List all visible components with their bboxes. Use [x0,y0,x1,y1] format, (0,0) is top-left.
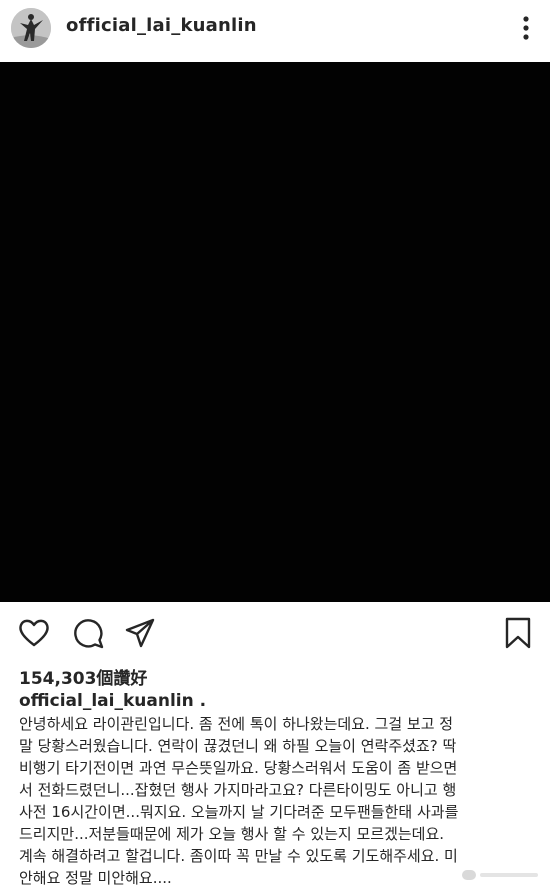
post-image[interactable] [0,62,550,602]
share-icon[interactable] [123,616,157,650]
comment-icon[interactable] [71,616,105,650]
post-header: official_lai_kuanlin [0,0,550,56]
caption-line: 말 당황스러웠습니다. 연락이 끊겼던니 왜 하필 오늘이 연락주셨죠? 딱 [19,737,457,755]
caption-line: 비행기 타기전이면 과연 무슨뜻일까요. 당황스러워서 도움이 좀 받으면 [19,759,458,777]
heart-icon[interactable] [17,616,51,650]
action-bar [0,604,550,662]
caption-line: 계속 해결하려고 할겁니다. 좀이따 꼭 만날 수 있도록 기도해주세요. 미 [19,847,458,865]
watermark [462,867,542,883]
caption-text: 안녕하세요 라이관린입니다. 좀 전에 톡이 하나왔는데요. 그걸 보고 정 말… [19,713,534,889]
avatar[interactable] [11,8,51,48]
more-options-icon[interactable] [516,14,536,42]
caption-line: 안녕하세요 라이관린입니다. 좀 전에 톡이 하나왔는데요. 그걸 보고 정 [19,715,454,733]
caption-username[interactable]: official_lai_kuanlin . [19,691,206,711]
post-username[interactable]: official_lai_kuanlin [66,15,257,36]
caption-line: 드리지만...저분들때문에 제가 오늘 행사 할 수 있는지 모르겠는데요. [19,825,445,843]
caption-line: 서 전화드렸던니...잡혔던 행사 가지마라고요? 다른타이밍도 아니고 행 [19,781,457,799]
caption-line: 안해요 정말 미안해요.... [19,869,172,887]
caption-line: 사전 16시간이면...뭐지요. 오늘까지 날 기다려준 모두팬들한태 사과를 [19,803,459,821]
profile-photo [11,8,51,48]
bookmark-icon[interactable] [501,616,535,650]
like-count[interactable]: 154,303個讚好 [19,664,147,689]
